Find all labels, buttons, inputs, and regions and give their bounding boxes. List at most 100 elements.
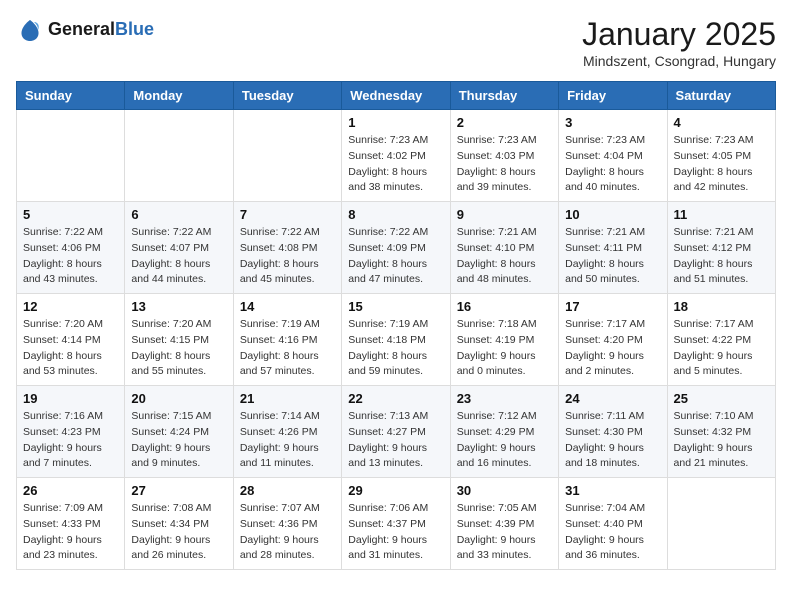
calendar-cell: 30 Sunrise: 7:05 AM Sunset: 4:39 PM Dayli…: [450, 478, 558, 570]
calendar-cell: [125, 110, 233, 202]
day-info: Sunrise: 7:10 AM Sunset: 4:32 PM Dayligh…: [674, 409, 769, 472]
weekday-header: Sunday: [17, 82, 125, 110]
calendar-cell: [667, 478, 775, 570]
calendar-cell: 11 Sunrise: 7:21 AM Sunset: 4:12 PM Dayli…: [667, 202, 775, 294]
day-info: Sunrise: 7:21 AM Sunset: 4:10 PM Dayligh…: [457, 225, 552, 288]
day-info: Sunrise: 7:19 AM Sunset: 4:18 PM Dayligh…: [348, 317, 443, 380]
calendar-cell: 28 Sunrise: 7:07 AM Sunset: 4:36 PM Dayli…: [233, 478, 341, 570]
calendar-cell: 8 Sunrise: 7:22 AM Sunset: 4:09 PM Daylig…: [342, 202, 450, 294]
calendar-cell: 19 Sunrise: 7:16 AM Sunset: 4:23 PM Dayli…: [17, 386, 125, 478]
day-info: Sunrise: 7:20 AM Sunset: 4:15 PM Dayligh…: [131, 317, 226, 380]
calendar-cell: 5 Sunrise: 7:22 AM Sunset: 4:06 PM Daylig…: [17, 202, 125, 294]
logo: GeneralBlue: [16, 16, 154, 44]
day-info: Sunrise: 7:23 AM Sunset: 4:03 PM Dayligh…: [457, 133, 552, 196]
day-info: Sunrise: 7:13 AM Sunset: 4:27 PM Dayligh…: [348, 409, 443, 472]
calendar-cell: 7 Sunrise: 7:22 AM Sunset: 4:08 PM Daylig…: [233, 202, 341, 294]
day-info: Sunrise: 7:22 AM Sunset: 4:09 PM Dayligh…: [348, 225, 443, 288]
day-number: 26: [23, 483, 118, 498]
weekday-header: Monday: [125, 82, 233, 110]
calendar-cell: 3 Sunrise: 7:23 AM Sunset: 4:04 PM Daylig…: [559, 110, 667, 202]
calendar-cell: 29 Sunrise: 7:06 AM Sunset: 4:37 PM Dayli…: [342, 478, 450, 570]
day-number: 12: [23, 299, 118, 314]
day-info: Sunrise: 7:23 AM Sunset: 4:04 PM Dayligh…: [565, 133, 660, 196]
calendar-cell: 17Sunrise: 7:17 AM Sunset: 4:20 PM Dayli…: [559, 294, 667, 386]
day-number: 10: [565, 207, 660, 222]
weekday-header-row: SundayMondayTuesdayWednesdayThursdayFrid…: [17, 82, 776, 110]
day-info: Sunrise: 7:22 AM Sunset: 4:08 PM Dayligh…: [240, 225, 335, 288]
day-info: Sunrise: 7:23 AM Sunset: 4:05 PM Dayligh…: [674, 133, 769, 196]
day-number: 29: [348, 483, 443, 498]
calendar-cell: 4 Sunrise: 7:23 AM Sunset: 4:05 PM Daylig…: [667, 110, 775, 202]
weekday-header: Tuesday: [233, 82, 341, 110]
day-number: 13: [131, 299, 226, 314]
calendar-cell: 21Sunrise: 7:14 AM Sunset: 4:26 PM Dayli…: [233, 386, 341, 478]
day-info: Sunrise: 7:19 AM Sunset: 4:16 PM Dayligh…: [240, 317, 335, 380]
day-number: 18: [674, 299, 769, 314]
day-info: Sunrise: 7:07 AM Sunset: 4:36 PM Dayligh…: [240, 501, 335, 564]
calendar: SundayMondayTuesdayWednesdayThursdayFrid…: [16, 81, 776, 570]
calendar-cell: 1Sunrise: 7:23 AM Sunset: 4:02 PM Daylig…: [342, 110, 450, 202]
weekday-header: Friday: [559, 82, 667, 110]
day-number: 21: [240, 391, 335, 406]
day-number: 22: [348, 391, 443, 406]
title-section: January 2025 Mindszent, Csongrad, Hungar…: [582, 16, 776, 69]
calendar-cell: [233, 110, 341, 202]
calendar-cell: 6 Sunrise: 7:22 AM Sunset: 4:07 PM Daylig…: [125, 202, 233, 294]
calendar-cell: 23Sunrise: 7:12 AM Sunset: 4:29 PM Dayli…: [450, 386, 558, 478]
day-number: 14: [240, 299, 335, 314]
calendar-cell: 9 Sunrise: 7:21 AM Sunset: 4:10 PM Daylig…: [450, 202, 558, 294]
page-header: GeneralBlue January 2025 Mindszent, Cson…: [16, 16, 776, 69]
week-row: 5 Sunrise: 7:22 AM Sunset: 4:06 PM Daylig…: [17, 202, 776, 294]
day-number: 2: [457, 115, 552, 130]
week-row: 12 Sunrise: 7:20 AM Sunset: 4:14 PM Dayli…: [17, 294, 776, 386]
location: Mindszent, Csongrad, Hungary: [582, 53, 776, 69]
day-info: Sunrise: 7:20 AM Sunset: 4:14 PM Dayligh…: [23, 317, 118, 380]
day-number: 27: [131, 483, 226, 498]
day-info: Sunrise: 7:17 AM Sunset: 4:20 PM Dayligh…: [565, 317, 660, 380]
day-info: Sunrise: 7:04 AM Sunset: 4:40 PM Dayligh…: [565, 501, 660, 564]
calendar-cell: 2 Sunrise: 7:23 AM Sunset: 4:03 PM Daylig…: [450, 110, 558, 202]
day-number: 20: [131, 391, 226, 406]
calendar-cell: [17, 110, 125, 202]
calendar-cell: 27Sunrise: 7:08 AM Sunset: 4:34 PM Dayli…: [125, 478, 233, 570]
day-number: 4: [674, 115, 769, 130]
day-number: 6: [131, 207, 226, 222]
day-number: 5: [23, 207, 118, 222]
calendar-cell: 22 Sunrise: 7:13 AM Sunset: 4:27 PM Dayli…: [342, 386, 450, 478]
calendar-cell: 10Sunrise: 7:21 AM Sunset: 4:11 PM Dayli…: [559, 202, 667, 294]
day-number: 7: [240, 207, 335, 222]
day-number: 3: [565, 115, 660, 130]
day-number: 16: [457, 299, 552, 314]
day-info: Sunrise: 7:21 AM Sunset: 4:12 PM Dayligh…: [674, 225, 769, 288]
day-number: 15: [348, 299, 443, 314]
calendar-cell: 18Sunrise: 7:17 AM Sunset: 4:22 PM Dayli…: [667, 294, 775, 386]
day-info: Sunrise: 7:22 AM Sunset: 4:06 PM Dayligh…: [23, 225, 118, 288]
month-title: January 2025: [582, 16, 776, 53]
day-number: 11: [674, 207, 769, 222]
week-row: 19 Sunrise: 7:16 AM Sunset: 4:23 PM Dayli…: [17, 386, 776, 478]
day-number: 30: [457, 483, 552, 498]
calendar-cell: 15 Sunrise: 7:19 AM Sunset: 4:18 PM Dayli…: [342, 294, 450, 386]
day-number: 9: [457, 207, 552, 222]
calendar-cell: 25 Sunrise: 7:10 AM Sunset: 4:32 PM Dayli…: [667, 386, 775, 478]
calendar-cell: 13 Sunrise: 7:20 AM Sunset: 4:15 PM Dayli…: [125, 294, 233, 386]
week-row: 26Sunrise: 7:09 AM Sunset: 4:33 PM Dayli…: [17, 478, 776, 570]
day-number: 19: [23, 391, 118, 406]
day-number: 31: [565, 483, 660, 498]
week-row: 1Sunrise: 7:23 AM Sunset: 4:02 PM Daylig…: [17, 110, 776, 202]
day-number: 8: [348, 207, 443, 222]
day-info: Sunrise: 7:06 AM Sunset: 4:37 PM Dayligh…: [348, 501, 443, 564]
calendar-cell: 31 Sunrise: 7:04 AM Sunset: 4:40 PM Dayli…: [559, 478, 667, 570]
day-info: Sunrise: 7:22 AM Sunset: 4:07 PM Dayligh…: [131, 225, 226, 288]
day-info: Sunrise: 7:05 AM Sunset: 4:39 PM Dayligh…: [457, 501, 552, 564]
day-info: Sunrise: 7:11 AM Sunset: 4:30 PM Dayligh…: [565, 409, 660, 472]
day-info: Sunrise: 7:12 AM Sunset: 4:29 PM Dayligh…: [457, 409, 552, 472]
calendar-cell: 12 Sunrise: 7:20 AM Sunset: 4:14 PM Dayli…: [17, 294, 125, 386]
calendar-cell: 20Sunrise: 7:15 AM Sunset: 4:24 PM Dayli…: [125, 386, 233, 478]
day-number: 24: [565, 391, 660, 406]
day-number: 28: [240, 483, 335, 498]
day-info: Sunrise: 7:16 AM Sunset: 4:23 PM Dayligh…: [23, 409, 118, 472]
weekday-header: Wednesday: [342, 82, 450, 110]
day-number: 25: [674, 391, 769, 406]
day-info: Sunrise: 7:18 AM Sunset: 4:19 PM Dayligh…: [457, 317, 552, 380]
